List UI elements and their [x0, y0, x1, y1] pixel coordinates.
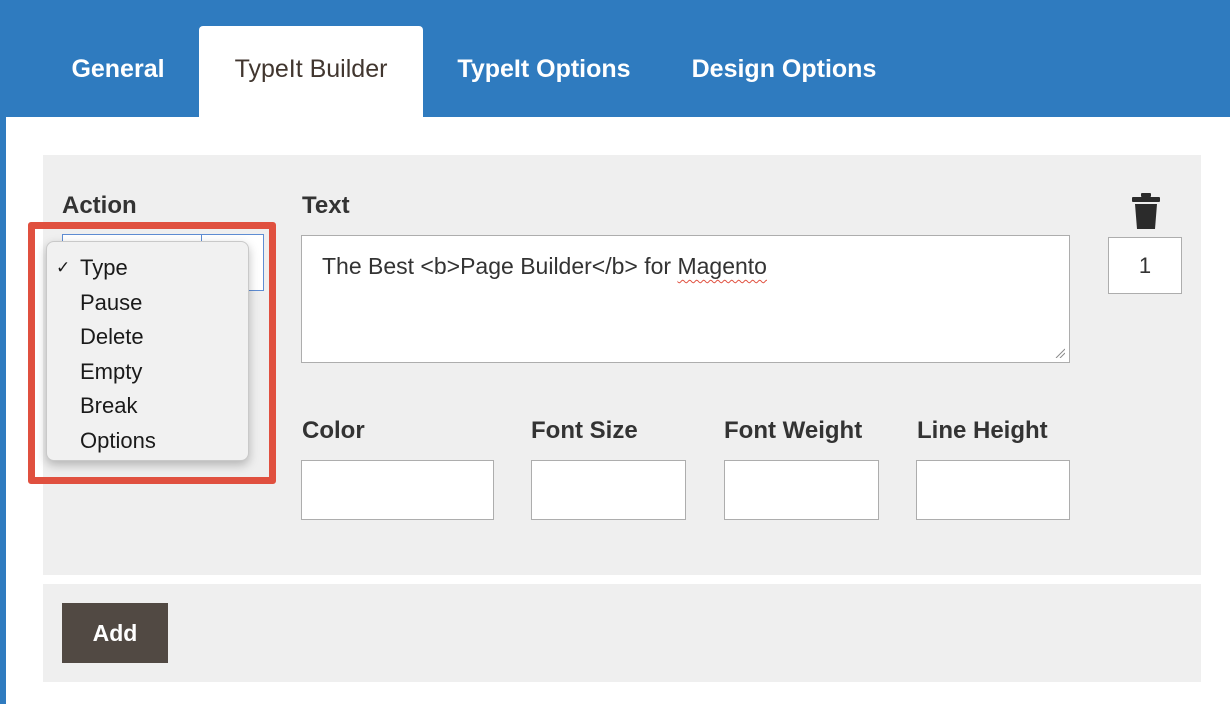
- dropdown-option-label: Options: [80, 427, 156, 453]
- order-input[interactable]: 1: [1108, 237, 1182, 294]
- dropdown-option-label: Empty: [80, 358, 143, 384]
- add-row-panel: [43, 584, 1201, 682]
- line-height-label: Line Height: [917, 417, 1048, 444]
- color-input[interactable]: [301, 460, 494, 520]
- tab-typeit-options[interactable]: TypeIt Options: [436, 26, 652, 117]
- dropdown-option-label: Delete: [80, 324, 144, 349]
- tab-typeit-builder[interactable]: TypeIt Builder: [199, 26, 423, 117]
- font-weight-input[interactable]: [724, 460, 879, 520]
- dropdown-option-label: Type: [80, 255, 128, 280]
- font-weight-label: Font Weight: [724, 417, 863, 444]
- text-value: The Best <b>Page Builder</b> for: [322, 253, 678, 279]
- add-button[interactable]: Add: [62, 603, 168, 663]
- trash-icon[interactable]: [1131, 192, 1161, 230]
- action-label: Action: [62, 192, 137, 219]
- dropdown-option-label: Break: [80, 393, 138, 418]
- check-icon: ✓: [56, 258, 71, 277]
- tab-general[interactable]: General: [50, 26, 186, 117]
- tab-design-options[interactable]: Design Options: [668, 26, 900, 117]
- dropdown-option-options[interactable]: Options: [47, 424, 248, 459]
- resize-grip-icon[interactable]: [1055, 348, 1065, 358]
- text-textarea[interactable]: The Best <b>Page Builder</b> for Magento: [301, 235, 1070, 363]
- dropdown-option-pause[interactable]: Pause: [47, 286, 248, 321]
- misspelled-word: Magento: [677, 253, 767, 279]
- color-label: Color: [302, 417, 365, 444]
- font-size-input[interactable]: [531, 460, 686, 520]
- dropdown-option-delete[interactable]: Delete: [47, 320, 248, 355]
- text-label: Text: [302, 192, 350, 219]
- dropdown-option-label: Pause: [80, 289, 143, 315]
- dropdown-option-type[interactable]: ✓ Type: [47, 251, 248, 286]
- dropdown-option-empty[interactable]: Empty: [47, 355, 248, 390]
- line-height-input[interactable]: [916, 460, 1070, 520]
- dropdown-option-break[interactable]: Break: [47, 389, 248, 424]
- frame-border: [0, 0, 6, 704]
- font-size-label: Font Size: [531, 417, 638, 444]
- action-dropdown-menu: ✓ Type Pause Delete Empty Break Options: [46, 241, 249, 461]
